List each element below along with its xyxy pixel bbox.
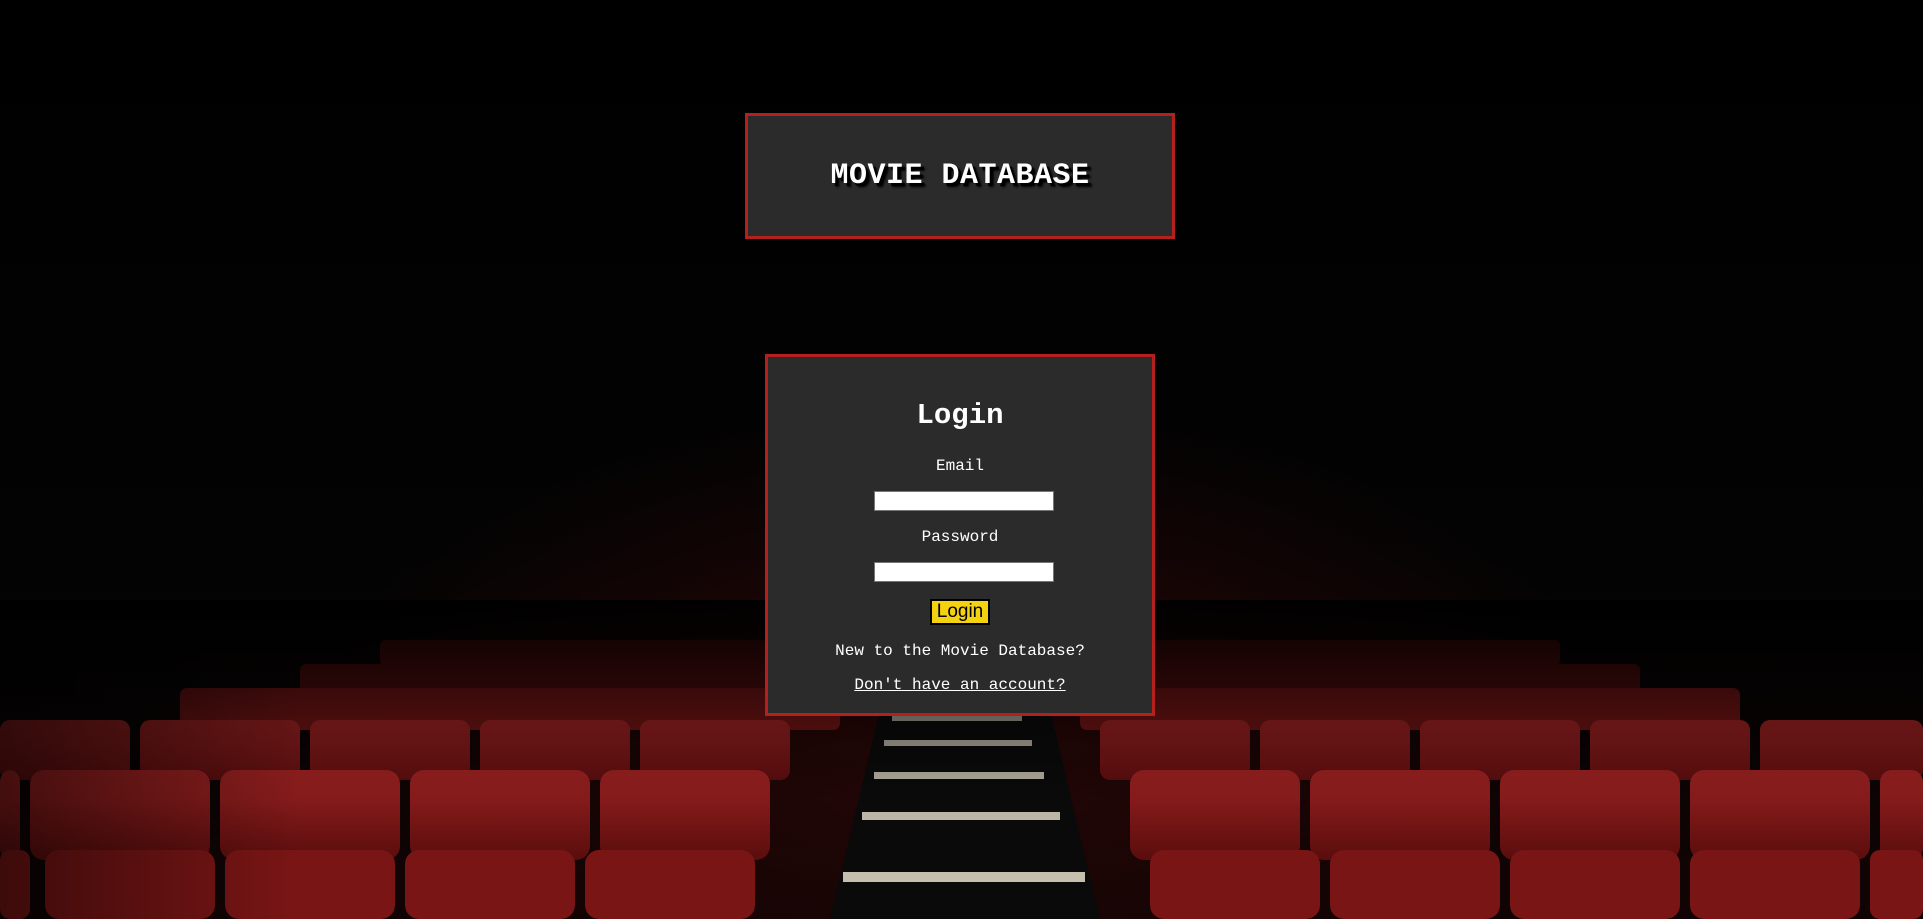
login-button[interactable]: Login — [930, 599, 990, 625]
email-label: Email — [935, 457, 984, 475]
page-background: MOVIE DATABASE Login Email Password Logi… — [0, 0, 1923, 919]
title-banner: MOVIE DATABASE — [745, 113, 1175, 239]
site-title: MOVIE DATABASE — [830, 159, 1090, 193]
password-label: Password — [921, 528, 999, 546]
signup-link[interactable]: Don't have an account? — [768, 676, 1152, 694]
new-user-text: New to the Movie Database? — [835, 642, 1085, 660]
password-input[interactable] — [874, 562, 1054, 582]
login-panel: Login Email Password Login New to the Mo… — [765, 354, 1155, 716]
login-heading: Login — [916, 399, 1004, 432]
email-input[interactable] — [874, 491, 1054, 511]
